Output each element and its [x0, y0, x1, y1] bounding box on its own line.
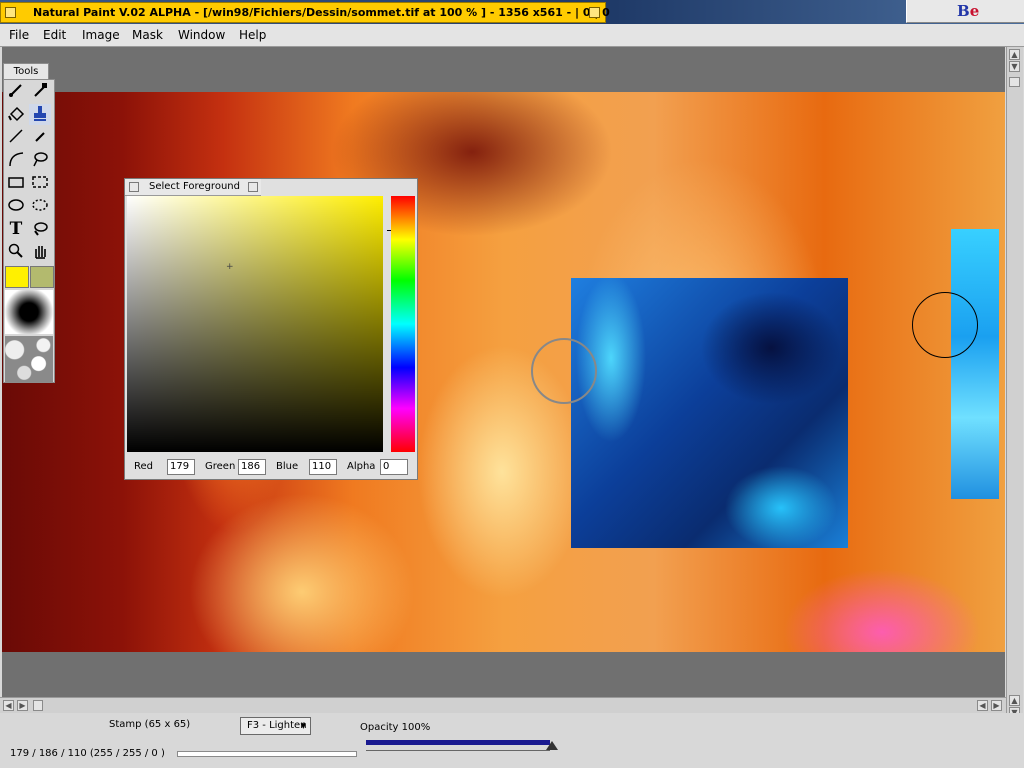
blend-mode-dropdown[interactable]: F3 - Lighten ▼	[240, 717, 311, 735]
blue-stamp-strip	[951, 229, 999, 499]
foreground-color-swatch[interactable]	[5, 266, 29, 288]
vertical-scroll-thumb[interactable]	[1009, 77, 1020, 87]
alpha-label: Alpha	[347, 461, 376, 472]
scroll-left-arrow-icon[interactable]: ◀	[3, 700, 14, 711]
opacity-slider-fill	[366, 740, 550, 745]
menu-edit[interactable]: Edit	[43, 28, 66, 42]
blue-stamp-area	[571, 278, 848, 548]
brush-outline-gray	[531, 338, 597, 404]
progress-bar	[177, 751, 357, 757]
text-icon[interactable]: T	[5, 219, 27, 240]
color-value-readout: 179 / 186 / 110 (255 / 255 / 0 )	[10, 748, 165, 759]
window-tab[interactable]: Natural Paint V.02 ALPHA - [/win98/Fichi…	[0, 2, 610, 23]
curve-icon[interactable]	[5, 150, 27, 171]
be-logo[interactable]: Be	[957, 2, 979, 20]
menu-bar: File Edit Image Mask Window Help	[0, 24, 1024, 47]
rect-select-icon[interactable]	[29, 173, 51, 194]
ellipse-select-icon[interactable]	[29, 196, 51, 217]
green-label: Green	[205, 461, 236, 472]
scroll-left-arrow-end-icon[interactable]: ◀	[977, 700, 988, 711]
ellipse-icon[interactable]	[5, 196, 27, 217]
smudge-icon[interactable]	[29, 219, 51, 240]
opacity-label: Opacity 100%	[360, 722, 431, 733]
blue-field[interactable]: 110	[309, 459, 337, 475]
menu-image[interactable]: Image	[82, 28, 120, 42]
scroll-up-arrow-icon[interactable]: ▲	[1009, 49, 1020, 60]
saturation-value-field[interactable]: +	[127, 196, 383, 452]
close-icon[interactable]	[5, 7, 16, 18]
close-icon[interactable]	[129, 182, 139, 192]
menu-help[interactable]: Help	[239, 28, 266, 42]
tools-palette: T	[3, 79, 55, 383]
alpha-field[interactable]: 0	[380, 459, 408, 475]
scroll-down-arrow-icon[interactable]: ▼	[1009, 61, 1020, 72]
zoom-icon[interactable]	[589, 7, 600, 18]
brush-icon[interactable]	[5, 81, 27, 102]
brush-preview[interactable]	[5, 290, 53, 334]
status-bar: Stamp (65 x 65) F3 - Lighten ▼ Opacity 10…	[0, 713, 1024, 768]
dialog-title: Select Foreground	[149, 181, 240, 192]
green-field[interactable]: 186	[238, 459, 266, 475]
scroll-up-arrow-bottom-icon[interactable]: ▲	[1009, 695, 1020, 706]
select-foreground-dialog: Select Foreground + Red 179 Green 186 Bl…	[124, 178, 418, 480]
brush-cursor	[912, 292, 978, 358]
eyedropper-icon[interactable]	[29, 81, 51, 102]
horizontal-scroll-thumb[interactable]	[33, 700, 43, 711]
blend-mode-value: F3 - Lighten	[247, 720, 307, 731]
zoom-icon[interactable]	[248, 182, 258, 192]
line-icon[interactable]	[5, 127, 27, 148]
scroll-right-arrow-end-icon[interactable]: ▶	[991, 700, 1002, 711]
stamp-icon[interactable]	[29, 104, 51, 125]
menu-file[interactable]: File	[9, 28, 29, 42]
brush-size-label: Stamp (65 x 65)	[109, 719, 191, 730]
vertical-scrollbar[interactable]: ▲ ▼ ▲ ▼	[1006, 47, 1023, 721]
opacity-slider-handle[interactable]	[546, 741, 558, 750]
color-picker-crosshair-icon: +	[226, 262, 234, 272]
window-title: Natural Paint V.02 ALPHA - [/win98/Fichi…	[33, 6, 610, 19]
horizontal-scrollbar[interactable]: ◀ ▶ ◀ ▶	[0, 697, 1006, 714]
menu-mask[interactable]: Mask	[132, 28, 163, 42]
lasso-icon[interactable]	[29, 150, 51, 171]
pen-icon[interactable]	[29, 127, 51, 148]
hand-icon[interactable]	[29, 242, 51, 263]
menu-window[interactable]: Window	[178, 28, 225, 42]
deskbar[interactable]: Be	[906, 0, 1024, 23]
dialog-tab[interactable]: Select Foreground	[125, 179, 261, 196]
hue-slider[interactable]	[391, 196, 415, 452]
opacity-slider[interactable]	[366, 740, 558, 751]
zoom-icon[interactable]	[5, 242, 27, 263]
chevron-down-icon: ▼	[300, 722, 306, 730]
red-label: Red	[134, 461, 153, 472]
background-color-swatch[interactable]	[30, 266, 54, 288]
texture-preview[interactable]	[5, 336, 53, 382]
fill-icon[interactable]	[5, 104, 27, 125]
blue-label: Blue	[276, 461, 299, 472]
red-field[interactable]: 179	[167, 459, 195, 475]
tools-palette-tab[interactable]: Tools	[3, 63, 49, 79]
rectangle-icon[interactable]	[5, 173, 27, 194]
scroll-right-arrow-icon[interactable]: ▶	[17, 700, 28, 711]
